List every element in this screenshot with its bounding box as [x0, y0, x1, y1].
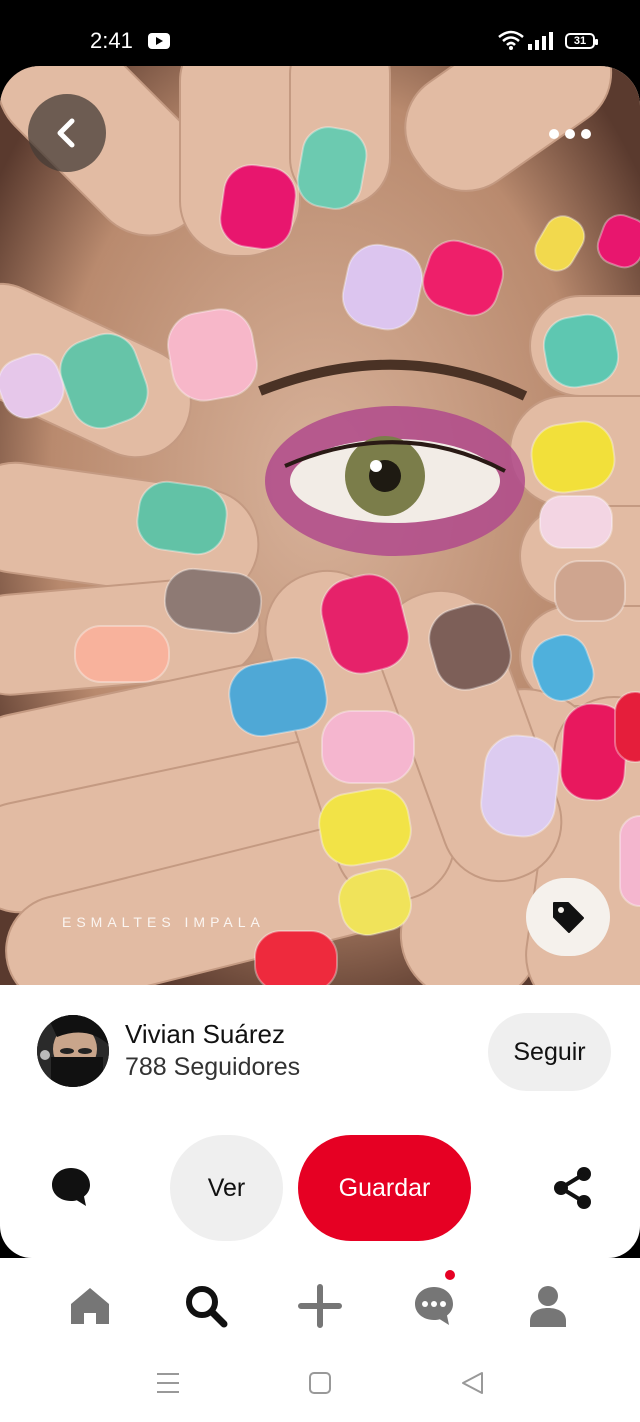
author-name[interactable]: Vivian Suárez — [125, 1019, 285, 1050]
messages-icon — [415, 1287, 453, 1325]
share-icon[interactable] — [552, 1166, 594, 1210]
nav-profile[interactable] — [518, 1276, 578, 1336]
pin-image[interactable]: ESMALTES IMPALA — [0, 66, 640, 985]
back-arrow-icon — [57, 118, 75, 148]
status-time: 2:41 — [90, 28, 133, 53]
nav-search[interactable] — [176, 1276, 236, 1336]
search-icon — [186, 1286, 228, 1328]
tag-icon — [553, 902, 584, 933]
more-dots-icon — [549, 129, 559, 139]
follow-button[interactable]: Seguir — [488, 1013, 611, 1091]
more-options-button[interactable] — [540, 114, 600, 154]
system-navigation — [0, 1350, 640, 1422]
profile-icon — [530, 1286, 566, 1327]
add-icon — [298, 1284, 342, 1328]
wifi-icon — [498, 30, 524, 50]
follower-count: 788 Seguidores — [125, 1053, 301, 1081]
home-icon — [71, 1288, 109, 1324]
pin-card: ESMALTES IMPALA Vivian Suárez 788 Seguid… — [0, 66, 640, 1258]
youtube-icon — [148, 33, 170, 49]
back-system-icon[interactable] — [460, 1370, 484, 1396]
battery-icon: 31 — [565, 33, 598, 49]
back-button[interactable] — [28, 94, 106, 172]
avatar[interactable] — [37, 1015, 109, 1087]
action-row: Ver Guardar — [0, 1134, 640, 1244]
status-bar: 2:41 31 — [0, 0, 640, 72]
tag-button[interactable] — [526, 878, 610, 956]
nav-messages[interactable] — [404, 1276, 464, 1336]
nav-home[interactable] — [60, 1276, 120, 1336]
image-watermark: ESMALTES IMPALA — [62, 914, 265, 930]
nav-create[interactable] — [290, 1276, 350, 1336]
home-system-icon[interactable] — [308, 1370, 332, 1396]
signal-icon — [528, 32, 553, 50]
nails-photo — [0, 66, 640, 985]
bottom-navigation — [0, 1258, 640, 1350]
recents-icon[interactable] — [155, 1370, 181, 1396]
save-button[interactable]: Guardar — [298, 1135, 471, 1241]
notification-dot — [445, 1270, 455, 1280]
comment-icon[interactable] — [50, 1166, 92, 1208]
author-row: Vivian Suárez 788 Seguidores Seguir — [0, 985, 640, 1115]
view-button[interactable]: Ver — [170, 1135, 283, 1241]
